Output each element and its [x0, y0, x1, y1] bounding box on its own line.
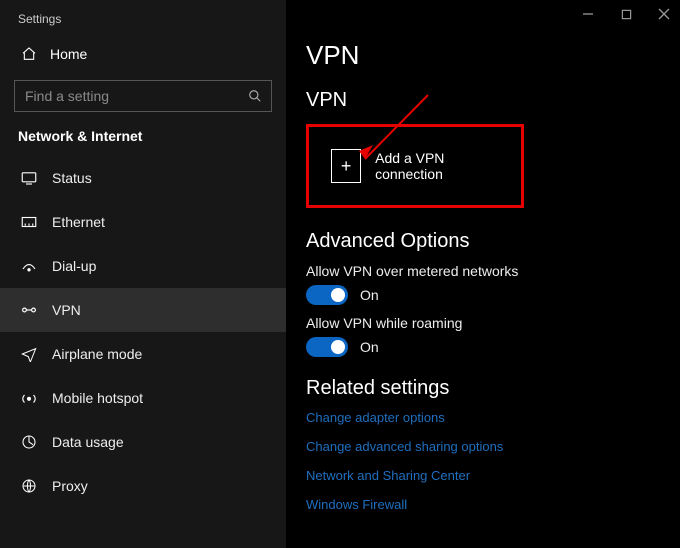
sidebar: Settings Home Network & Internet Status … — [0, 0, 286, 548]
sidebar-item-datausage[interactable]: Data usage — [0, 420, 286, 464]
nav-home[interactable]: Home — [0, 34, 286, 74]
search-icon — [239, 89, 271, 103]
sidebar-category: Network & Internet — [0, 128, 286, 156]
sidebar-item-proxy[interactable]: Proxy — [0, 464, 286, 508]
maximize-button[interactable] — [616, 4, 636, 24]
sidebar-item-vpn[interactable]: VPN — [0, 288, 286, 332]
sidebar-item-dialup[interactable]: Dial-up — [0, 244, 286, 288]
sidebar-item-label: Status — [52, 170, 92, 186]
toggle-roaming[interactable] — [306, 337, 348, 357]
toggle-roaming-label: Allow VPN while roaming — [306, 315, 680, 331]
ethernet-icon — [18, 214, 40, 230]
status-icon — [18, 170, 40, 186]
close-button[interactable] — [654, 4, 674, 24]
related-settings-title: Related settings — [306, 377, 680, 400]
search-box[interactable] — [14, 80, 272, 112]
window-controls — [578, 2, 674, 26]
globe-icon — [18, 478, 40, 494]
section-vpn-title: VPN — [306, 89, 680, 112]
toggle-metered-state: On — [360, 287, 379, 303]
add-vpn-label: Add a VPN connection — [375, 150, 499, 182]
search-input[interactable] — [15, 88, 239, 104]
sidebar-item-label: Data usage — [52, 434, 124, 450]
page-title: VPN — [306, 40, 680, 71]
sidebar-item-ethernet[interactable]: Ethernet — [0, 200, 286, 244]
advanced-options-title: Advanced Options — [306, 230, 680, 253]
dialup-icon — [18, 258, 40, 274]
sidebar-item-label: Mobile hotspot — [52, 390, 143, 406]
sidebar-item-airplane[interactable]: Airplane mode — [0, 332, 286, 376]
hotspot-icon — [18, 390, 40, 406]
minimize-button[interactable] — [578, 4, 598, 24]
add-vpn-button[interactable]: + Add a VPN connection — [306, 124, 524, 208]
datausage-icon — [18, 434, 40, 450]
nav-home-label: Home — [50, 46, 87, 62]
home-icon — [18, 46, 40, 62]
sidebar-item-label: Ethernet — [52, 214, 105, 230]
link-network-center[interactable]: Network and Sharing Center — [306, 468, 680, 483]
plus-icon: + — [331, 149, 361, 183]
link-sharing-options[interactable]: Change advanced sharing options — [306, 439, 680, 454]
app-title: Settings — [0, 12, 286, 34]
toggle-metered-label: Allow VPN over metered networks — [306, 263, 680, 279]
link-adapter-options[interactable]: Change adapter options — [306, 410, 680, 425]
sidebar-item-label: VPN — [52, 302, 81, 318]
vpn-icon — [18, 302, 40, 318]
toggle-metered[interactable] — [306, 285, 348, 305]
sidebar-item-label: Dial-up — [52, 258, 96, 274]
toggle-roaming-state: On — [360, 339, 379, 355]
sidebar-item-hotspot[interactable]: Mobile hotspot — [0, 376, 286, 420]
link-windows-firewall[interactable]: Windows Firewall — [306, 497, 680, 512]
airplane-icon — [18, 346, 40, 362]
main-content: VPN VPN + Add a VPN connection Advanced … — [286, 0, 680, 548]
sidebar-item-label: Proxy — [52, 478, 88, 494]
sidebar-item-label: Airplane mode — [52, 346, 142, 362]
sidebar-item-status[interactable]: Status — [0, 156, 286, 200]
